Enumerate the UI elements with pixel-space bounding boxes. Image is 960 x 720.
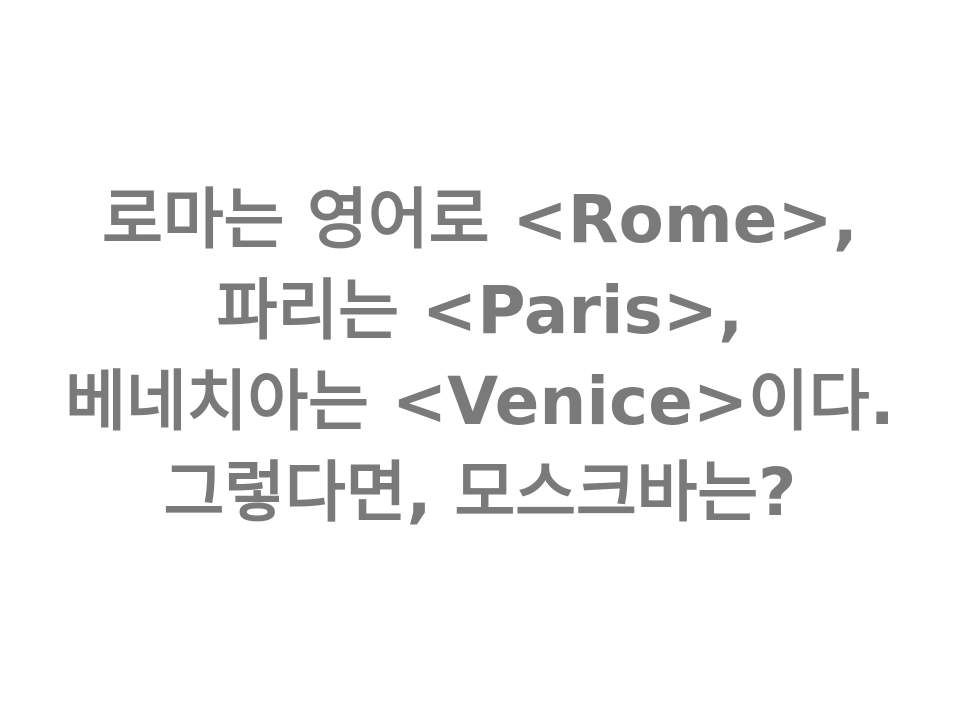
- text-line-venice: 베네치아는 <Venice>이다.: [65, 363, 895, 440]
- text-line-rome: 로마는 영어로 <Rome>,: [102, 181, 858, 258]
- quiz-text: 로마는 영어로 <Rome>, 파리는 <Paris>, 베네치아는 <Veni…: [65, 174, 894, 538]
- quiz-slide: 로마는 영어로 <Rome>, 파리는 <Paris>, 베네치아는 <Veni…: [0, 0, 960, 720]
- text-line-paris: 파리는 <Paris>,: [216, 272, 744, 349]
- text-line-moscow-question: 그렇다면, 모스크바는?: [163, 454, 797, 531]
